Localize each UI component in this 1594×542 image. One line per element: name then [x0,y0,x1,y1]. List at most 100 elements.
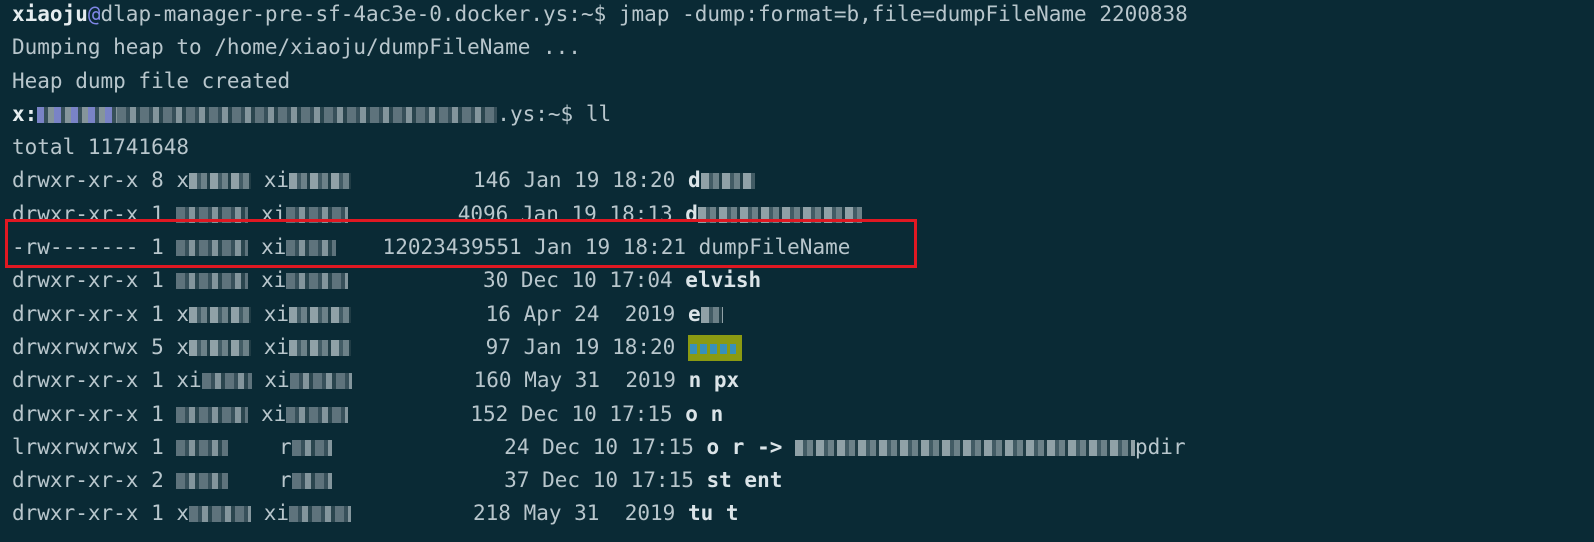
row-size: 97 [485,334,511,359]
output-total: total 11741648 [12,135,190,160]
row-name: dumpFileName [698,235,851,260]
redacted-owner [189,173,252,190]
redacted-owner [176,206,249,223]
row-size: 146 [472,168,511,193]
row-name: st ent [706,468,783,493]
row-group: xi [261,401,287,426]
row-perms: drwxr-xr-x 8 [12,168,177,193]
terminal-window[interactable]: xiaoju@dlap-manager-pre-sf-4ac3e-0.docke… [0,0,1594,540]
redacted-group [286,406,349,423]
listing-row-symlink: lrwxrwxrwx 1 r 24 Dec 10 17:15 o r -> pd… [12,431,1582,464]
row-date: May 31 2019 [523,501,676,526]
redacted-name [697,206,862,223]
redacted-user [37,106,118,123]
redacted-name [700,306,723,323]
redacted-name [700,173,755,190]
row-owner: xi [176,368,202,393]
row-group: xi [264,368,290,393]
row-date: Dec 10 17:15 [520,401,673,426]
prompt-host-suffix: .ys:~$ [497,101,586,126]
listing-row: drwxrwxrwx 5 x xi 97 Jan 19 18:20 [12,331,1582,364]
row-perms: drwxr-xr-x 1 [12,301,177,326]
row-date: Jan 19 18:20 [523,334,676,359]
row-name: elvish [685,268,762,293]
prompt-line-2: x: .ys:~$ ll [12,98,1582,131]
row-date: Dec 10 17:15 [542,434,694,459]
row-perms: drwxr-xr-x 2 [12,468,177,493]
row-date: Dec 10 17:15 [542,468,694,493]
output-line-dumping: Dumping heap to /home/xiaoju/dumpFileNam… [12,35,581,60]
redacted-group [286,206,349,223]
row-name: o n [685,401,724,426]
redacted-link-target [795,439,1136,456]
row-link-suffix: pdir [1135,434,1186,459]
redacted-owner [189,306,252,323]
redacted-name [689,343,736,354]
listing-row: drwxr-xr-x 8 x xi 146 Jan 19 18:20 d [12,164,1582,197]
row-group: xi [263,168,289,193]
row-size: 24 [504,434,530,459]
row-group: xi [261,268,287,293]
listing-row-dumpfile: -rw------- 1 xi 12023439551 Jan 19 18:21… [12,231,1582,264]
row-perms: drwxr-xr-x 1 [12,401,177,426]
row-size: 160 [473,368,512,393]
row-owner: x [176,501,190,526]
row-owner: x [176,334,190,359]
row-group: xi [261,235,287,260]
redacted-owner [176,473,229,490]
row-group: xi [263,501,289,526]
row-date: Apr 24 2019 [523,301,676,326]
row-date: May 31 2019 [524,368,676,393]
redacted-group [291,473,332,490]
listing-row: drwxr-xr-x 1 xi 4096 Jan 19 18:13 d [12,198,1582,231]
listing-row: drwxr-xr-x 1 xi 152 Dec 10 17:15 o n [12,398,1582,431]
listing-row: drwxr-xr-x 1 x xi 16 Apr 24 2019 e [12,298,1582,331]
redacted-owner [189,506,252,523]
prompt-line-1: xiaoju@dlap-manager-pre-sf-4ac3e-0.docke… [12,0,1582,31]
row-date: Jan 19 18:21 [534,235,686,260]
row-name: n px [688,368,740,393]
listing-row: drwxr-xr-x 2 r 37 Dec 10 17:15 st ent [12,464,1582,497]
prompt-at: @ [87,2,101,26]
row-date: Jan 19 18:20 [523,168,676,193]
row-perms: drwxr-xr-x 1 [12,501,177,526]
command-jmap: jmap -dump:format=b,file=dumpFileName 22… [618,2,1188,26]
redacted-owner [176,439,229,456]
row-size: 16 [485,301,511,326]
row-owner: x [176,301,190,326]
redacted-group [291,439,332,456]
row-size: 152 [470,401,509,426]
row-size: 218 [472,501,511,526]
row-group: xi [261,201,287,226]
redacted-group [286,240,337,257]
row-name-highlighted [687,334,742,361]
row-group: r [278,434,292,459]
redacted-owner [189,339,252,356]
row-name: o r -> [706,434,796,459]
row-size: 12023439551 [382,235,522,260]
row-date: Jan 19 18:13 [520,201,673,226]
row-size: 37 [504,468,530,493]
prompt-user-redacted: x: [12,101,38,126]
command-ll: ll [585,101,612,126]
row-size: 30 [482,268,509,293]
row-perms: drwxr-xr-x 1 [12,201,177,226]
output-line-created: Heap dump file created [12,68,291,93]
redacted-group [288,506,351,523]
row-owner: x [176,168,190,193]
row-perms: drwxr-xr-x 1 [12,268,177,293]
listing-row: drwxr-xr-x 1 xi xi 160 May 31 2019 n px [12,364,1582,397]
row-name: d [687,168,701,193]
redacted-group [288,306,351,323]
row-group: r [278,468,292,493]
row-group: xi [263,301,289,326]
row-date: Dec 10 17:04 [520,268,673,293]
listing-row: drwxr-xr-x 1 xi 30 Dec 10 17:04 elvish [12,264,1582,297]
row-perms: -rw------- 1 [12,235,177,260]
row-perms: lrwxrwxrwx 1 [12,434,177,459]
prompt-user: xiaoju [12,2,88,26]
redacted-host [117,106,498,123]
redacted-group [288,339,351,356]
redacted-owner [176,240,249,257]
redacted-group [289,373,352,390]
